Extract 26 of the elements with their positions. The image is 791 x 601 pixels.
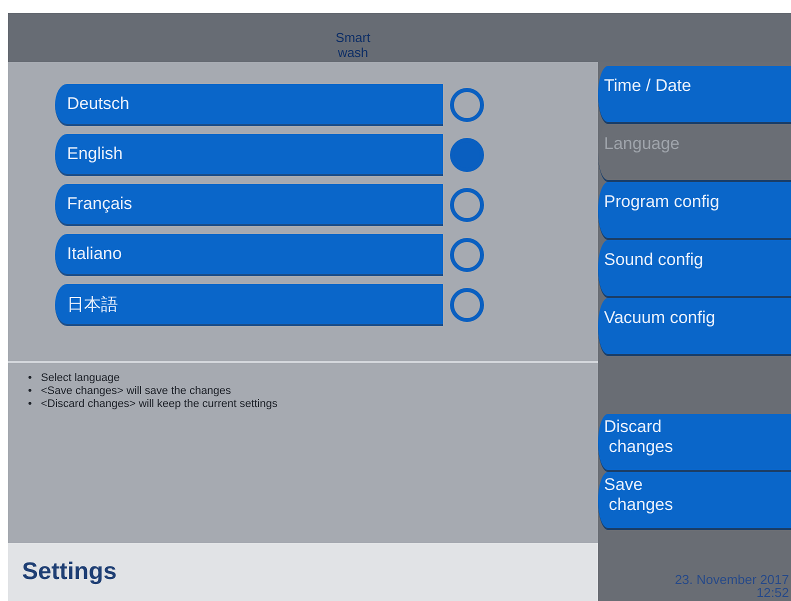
app-title: Smart wash: [334, 30, 372, 62]
radio-button[interactable]: [450, 238, 484, 272]
menu-button[interactable]: Time / Date: [598, 66, 791, 124]
radio-button[interactable]: [450, 288, 484, 322]
bullet-mark: •: [28, 385, 32, 398]
radio-button[interactable]: [450, 188, 484, 222]
menu-button[interactable]: Sound config: [598, 240, 791, 298]
option-bar[interactable]: 日本語: [55, 284, 443, 326]
option-bar[interactable]: Deutsch: [55, 84, 443, 126]
menu-button[interactable]: Program config: [598, 182, 791, 240]
hint-text: Select language: [40, 372, 120, 385]
hint-text: <Discard changes> will keep the current settings: [40, 398, 278, 411]
action-button[interactable]: Discard changes: [598, 414, 791, 472]
option-bar[interactable]: Italiano: [55, 234, 443, 276]
option-bar[interactable]: English: [55, 134, 443, 176]
radio-button[interactable]: [450, 138, 484, 172]
bullet-mark: •: [28, 372, 32, 385]
date-text: 23. November 2017: [674, 573, 789, 586]
bullet-mark: •: [28, 398, 32, 411]
option-bar[interactable]: Français: [55, 184, 443, 226]
radio-button[interactable]: [450, 88, 484, 122]
time-text: 12:52: [756, 586, 789, 599]
action-button[interactable]: Save changes: [598, 472, 791, 530]
hint-text: <Save changes> will save the changes: [40, 385, 232, 398]
page-title: Settings: [22, 558, 117, 586]
menu-button[interactable]: Vacuum config: [598, 298, 791, 356]
